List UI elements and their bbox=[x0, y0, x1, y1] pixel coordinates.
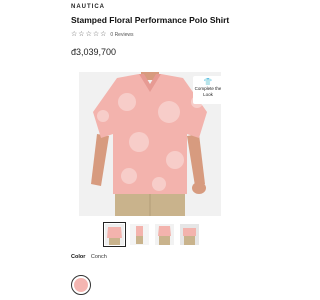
color-swatch-conch[interactable] bbox=[71, 275, 91, 295]
product-title: Stamped Floral Performance Polo Shirt bbox=[71, 15, 230, 25]
thumbnail-strip bbox=[103, 222, 199, 247]
shirt-icon: 👕 bbox=[203, 78, 213, 86]
color-label: Color bbox=[71, 254, 86, 260]
thumbnail-3[interactable] bbox=[155, 224, 174, 245]
product-hero-image[interactable]: 👕 Complete the Look bbox=[79, 72, 221, 216]
star-icon: ☆ bbox=[78, 30, 85, 38]
color-value: Conch bbox=[90, 254, 107, 260]
complete-the-look-label: Complete the Look bbox=[194, 86, 221, 97]
star-icon: ☆ bbox=[71, 30, 78, 38]
star-icon: ☆ bbox=[92, 30, 100, 38]
rating[interactable]: ☆ ☆ ☆ ☆ ☆ 0 Reviews bbox=[71, 31, 133, 38]
star-icon: ☆ bbox=[85, 30, 92, 38]
thumbnail-4[interactable] bbox=[180, 224, 199, 245]
product-price: đ3,039,700 bbox=[71, 47, 117, 57]
swatch-fill bbox=[74, 278, 88, 292]
thumbnail-1[interactable] bbox=[103, 222, 126, 247]
thumbnail-2[interactable] bbox=[130, 224, 149, 245]
reviews-count[interactable]: 0 Reviews bbox=[110, 32, 133, 38]
color-selection: Color Conch bbox=[71, 254, 107, 260]
star-icon: ☆ bbox=[100, 30, 107, 38]
complete-the-look-button[interactable]: 👕 Complete the Look bbox=[193, 76, 221, 104]
rating-stars: ☆ ☆ ☆ ☆ ☆ bbox=[71, 31, 106, 38]
brand-name: NAUTICA bbox=[71, 4, 105, 10]
